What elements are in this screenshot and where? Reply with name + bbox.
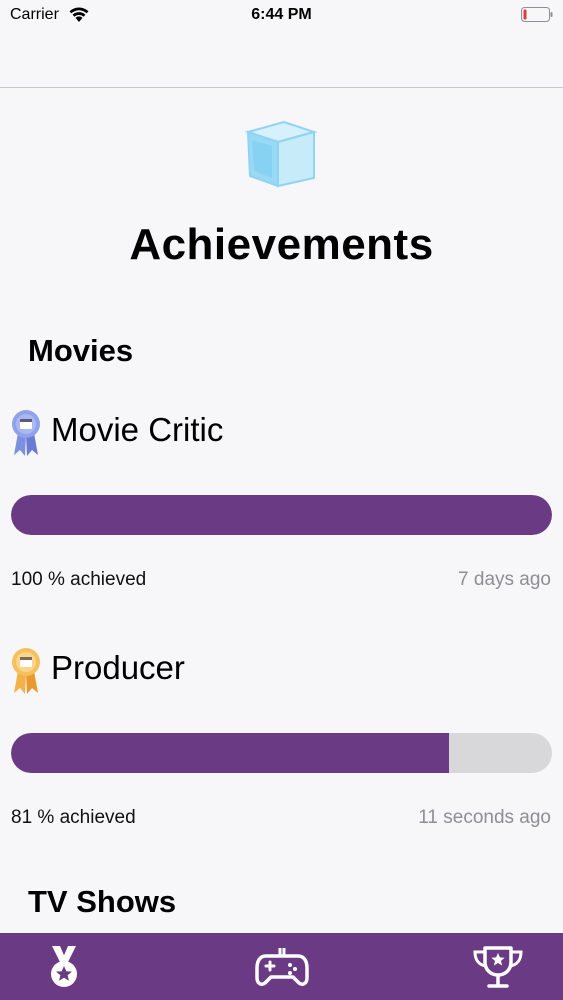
purple-ribbon-icon xyxy=(12,410,40,456)
tab-achievements[interactable] xyxy=(36,941,92,993)
tab-games[interactable] xyxy=(252,941,312,993)
progress-bar xyxy=(11,495,552,535)
achievement-time: 7 days ago xyxy=(458,569,551,590)
trophy-icon xyxy=(473,946,523,988)
section-title-movies: Movies xyxy=(28,333,134,368)
achievement-percent: 81 % achieved xyxy=(11,807,136,828)
tab-leaderboard[interactable] xyxy=(470,941,526,993)
progress-fill xyxy=(11,495,552,535)
section-title-tv-shows: TV Shows xyxy=(28,884,177,919)
status-time: 6:44 PM xyxy=(251,6,312,23)
gamepad-icon xyxy=(255,948,309,986)
achievement-name: Producer xyxy=(51,649,185,686)
navigation-bar xyxy=(0,30,563,88)
ice-cube-icon xyxy=(244,120,318,188)
page-title: Achievements xyxy=(129,220,434,269)
status-bar: Carrier 6:44 PM xyxy=(0,0,563,30)
medal-icon xyxy=(51,946,77,987)
tab-bar xyxy=(0,933,563,1000)
achievement-name: Movie Critic xyxy=(51,411,224,448)
progress-fill xyxy=(11,733,450,773)
progress-bar xyxy=(11,733,552,773)
battery-icon xyxy=(521,7,553,22)
achievement-percent: 100 % achieved xyxy=(11,569,147,590)
gold-ribbon-icon xyxy=(12,648,40,694)
achievement-time: 11 seconds ago xyxy=(418,807,551,828)
